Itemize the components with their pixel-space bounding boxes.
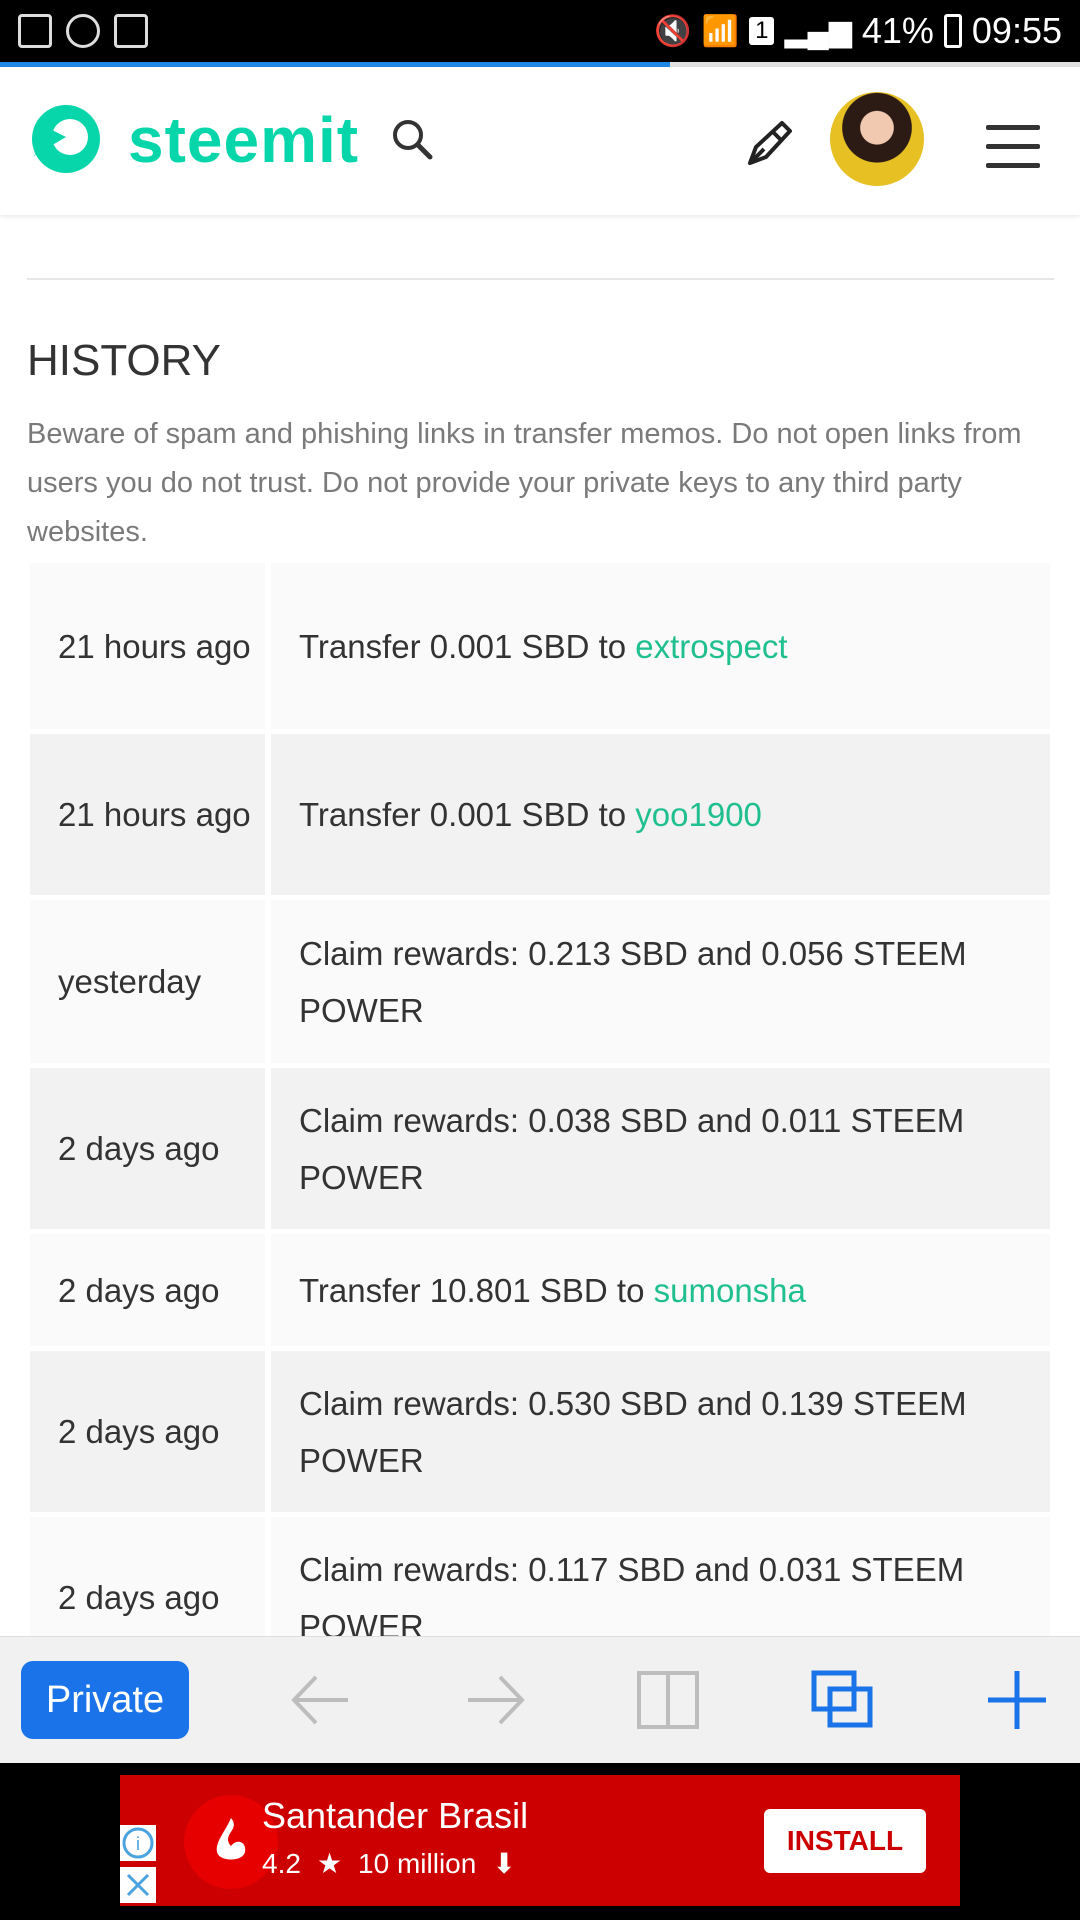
ad-downloads: 10 million — [358, 1847, 477, 1879]
phishing-warning: Beware of spam and phishing links in tra… — [27, 418, 1022, 548]
history-table: 21 hours ago Transfer 0.001 SBD to extro… — [30, 563, 1050, 1678]
table-row: 2 days ago Claim rewards: 0.530 SBD and … — [30, 1351, 1050, 1512]
row-date: 2 days ago — [30, 1234, 265, 1346]
row-date: 21 hours ago — [30, 734, 265, 895]
new-tab-plus-icon[interactable] — [984, 1667, 1050, 1733]
recipient-link[interactable]: sumonsha — [654, 1262, 806, 1319]
svg-text:i: i — [136, 1834, 140, 1854]
signal-icon: ▂▄▆ — [784, 14, 852, 48]
wifi-icon: 📶 — [701, 14, 740, 48]
mute-icon: 🔇 — [654, 14, 692, 48]
battery-icon — [943, 14, 962, 48]
forward-arrow-icon[interactable] — [462, 1667, 528, 1733]
row-description: Transfer 10.801 SBD to sumonsha — [271, 1234, 1050, 1346]
install-button[interactable]: INSTALL — [764, 1809, 926, 1873]
private-mode-button[interactable]: Private — [21, 1661, 189, 1739]
row-description: Claim rewards: 0.038 SBD and 0.011 STEEM… — [271, 1068, 1050, 1229]
pen-icon[interactable] — [742, 117, 796, 171]
row-description: Transfer 0.001 SBD to yoo1900 — [271, 734, 1050, 895]
row-date: 2 days ago — [30, 1068, 265, 1229]
row-description: Claim rewards: 0.530 SBD and 0.139 STEEM… — [271, 1351, 1050, 1512]
ad-title: Santander Brasil — [262, 1795, 529, 1836]
gallery-icon — [18, 14, 52, 48]
search-icon[interactable] — [390, 117, 434, 161]
table-row: 21 hours ago Transfer 0.001 SBD to yoo19… — [30, 734, 1050, 895]
row-description: Transfer 0.001 SBD to extrospect — [271, 563, 1050, 729]
row-text: Transfer 0.001 SBD to — [299, 627, 636, 665]
site-header: steemit — [0, 67, 1080, 215]
ad-close-icon[interactable] — [120, 1867, 156, 1903]
row-text: Transfer 0.001 SBD to — [299, 796, 636, 833]
row-date: 2 days ago — [30, 1351, 265, 1512]
back-arrow-icon[interactable] — [288, 1667, 354, 1733]
table-row: 2 days ago Claim rewards: 0.038 SBD and … — [30, 1068, 1050, 1229]
table-row: 21 hours ago Transfer 0.001 SBD to extro… — [30, 563, 1050, 729]
section-divider — [27, 278, 1054, 280]
ad-banner-area: i Santander Brasil 4.2 ★ 10 million ⬇ IN… — [0, 1763, 1080, 1920]
status-bar: 🔇 📶 1 ▂▄▆ 41% 09:55 — [0, 0, 1080, 62]
recipient-link[interactable]: yoo1900 — [635, 786, 762, 843]
checklist-icon — [114, 14, 148, 48]
ad-info-icon[interactable]: i — [120, 1825, 156, 1861]
weather-icon — [66, 14, 100, 48]
ad-subtitle: 4.2 ★ 10 million ⬇ — [262, 1847, 516, 1880]
table-row: 2 days ago Transfer 10.801 SBD to sumons… — [30, 1234, 1050, 1346]
row-description: Claim rewards: 0.213 SBD and 0.056 STEEM… — [271, 900, 1050, 1063]
browser-toolbar: Private — [0, 1636, 1080, 1764]
history-title: HISTORY — [27, 336, 221, 385]
status-notification-icons — [0, 14, 148, 48]
steemit-logo-icon[interactable] — [26, 97, 106, 177]
row-date: yesterday — [30, 900, 265, 1063]
tabs-icon[interactable] — [810, 1667, 876, 1733]
star-icon: ★ — [316, 1848, 343, 1879]
recipient-link[interactable]: extrospect — [635, 618, 787, 675]
avatar[interactable] — [830, 92, 924, 186]
download-icon: ⬇ — [492, 1848, 516, 1879]
status-system-icons: 🔇 📶 1 ▂▄▆ 41% 09:55 — [654, 10, 1080, 52]
clock: 09:55 — [971, 10, 1062, 51]
ad-rating: 4.2 — [262, 1847, 301, 1879]
row-text: Transfer 10.801 SBD to — [299, 1271, 654, 1309]
row-date: 21 hours ago — [30, 563, 265, 729]
battery-percent: 41% — [861, 10, 934, 51]
hamburger-menu-icon[interactable] — [986, 125, 1040, 169]
sim-slot-badge: 1 — [749, 17, 775, 45]
ad-banner[interactable]: i Santander Brasil 4.2 ★ 10 million ⬇ IN… — [120, 1775, 960, 1906]
steemit-logo-text[interactable]: steemit — [128, 103, 359, 177]
table-row: yesterday Claim rewards: 0.213 SBD and 0… — [30, 900, 1050, 1063]
bookmarks-book-icon[interactable] — [635, 1667, 701, 1733]
